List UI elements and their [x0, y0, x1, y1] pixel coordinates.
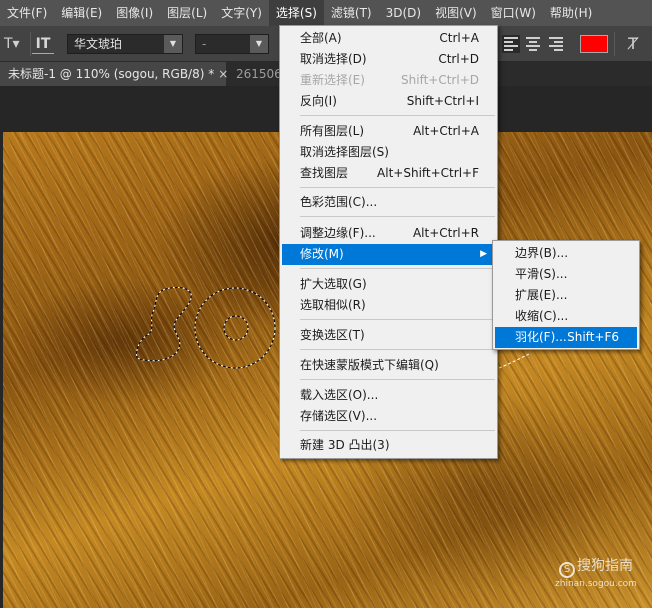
menu-item-label: 查找图层 [300, 166, 349, 180]
watermark-logo: S 搜狗指南 [546, 556, 646, 578]
menu-item-deselect[interactable]: 取消选择(D) Ctrl+D [280, 49, 497, 70]
menu-item-similar[interactable]: 选取相似(R) [280, 295, 497, 316]
menu-image[interactable]: 图像(I) [109, 0, 160, 26]
menu-separator [300, 379, 495, 380]
submenu-arrow-icon: ▶ [480, 249, 487, 259]
menu-item-quick-mask[interactable]: 在快速蒙版模式下编辑(Q) [280, 355, 497, 376]
menu-item-label: 修改(M) [300, 247, 344, 261]
menu-item-label: 在快速蒙版模式下编辑(Q) [300, 358, 439, 372]
select-menu-dropdown: 全部(A) Ctrl+A 取消选择(D) Ctrl+D 重新选择(E) Shift+C… [279, 25, 498, 459]
menu-item-color-range[interactable]: 色彩范围(C)... [280, 192, 497, 213]
warp-text-icon[interactable]: Ⱦ [622, 34, 644, 54]
menu-item-label: 调整边缘(F)... [300, 226, 376, 240]
divider [614, 32, 615, 56]
chevron-down-icon: ▼ [250, 35, 268, 53]
menu-item-label: 扩大选取(G) [300, 277, 367, 291]
submenu-item-border[interactable]: 边界(B)... [493, 243, 639, 264]
menu-item-label: 载入选区(O)... [300, 388, 379, 402]
menu-bar: 文件(F) 编辑(E) 图像(I) 图层(L) 文字(Y) 选择(S) 滤镜(T… [0, 0, 652, 26]
menu-select[interactable]: 选择(S) [268, 0, 324, 26]
sogou-watermark: S 搜狗指南 zhinan.sogou.com [546, 556, 646, 600]
menu-item-reselect: 重新选择(E) Shift+Ctrl+D [280, 70, 497, 91]
tab-label: 261506 [236, 67, 282, 81]
shortcut-label: Alt+Ctrl+R [412, 226, 479, 240]
menu-item-all-layers[interactable]: 所有图层(L) Alt+Ctrl+A [280, 121, 497, 142]
menu-filter[interactable]: 滤镜(T) [324, 0, 379, 26]
menu-item-find-layers[interactable]: 查找图层 Alt+Shift+Ctrl+F [280, 163, 497, 184]
menu-layer[interactable]: 图层(L) [160, 0, 214, 26]
shortcut-label: Shift+F6 [567, 330, 619, 344]
text-tool-icon[interactable]: T▾ [4, 35, 28, 53]
menu-file[interactable]: 文件(F) [0, 0, 54, 26]
submenu-item-feather[interactable]: 羽化(F)... Shift+F6 [495, 327, 637, 348]
menu-item-label: 平滑(S)... [515, 267, 568, 281]
menu-type[interactable]: 文字(Y) [214, 0, 269, 26]
sogou-logo-icon: S [559, 562, 575, 578]
menu-item-inverse[interactable]: 反向(I) Shift+Ctrl+I [280, 91, 497, 112]
shortcut-label: Ctrl+A [439, 31, 479, 45]
menu-item-label: 取消选择(D) [300, 52, 367, 66]
watermark-url: zhinan.sogou.com [555, 579, 637, 589]
menu-item-load-selection[interactable]: 载入选区(O)... [280, 385, 497, 406]
shortcut-label: Alt+Shift+Ctrl+F [377, 166, 479, 180]
font-family-value: 华文琥珀 [74, 37, 123, 51]
font-family-select[interactable]: 华文琥珀 ▼ [67, 34, 183, 54]
watermark-brand: 搜狗指南 [577, 558, 633, 574]
shortcut-label: Alt+Ctrl+A [413, 124, 479, 138]
submenu-item-smooth[interactable]: 平滑(S)... [493, 264, 639, 285]
font-style-value: - [202, 37, 207, 51]
shortcut-label: Shift+Ctrl+I [406, 94, 479, 108]
shortcut-label: Ctrl+D [438, 52, 479, 66]
menu-item-label: 新建 3D 凸出(3) [300, 438, 390, 452]
menu-item-grow[interactable]: 扩大选取(G) [280, 274, 497, 295]
menu-item-label: 取消选择图层(S) [300, 145, 389, 159]
menu-separator [300, 115, 495, 116]
tab-untitled-1[interactable]: 未标题-1 @ 110% (sogou, RGB/8) * × [0, 62, 228, 86]
menu-item-label: 存储选区(V)... [300, 409, 378, 423]
submenu-item-expand[interactable]: 扩展(E)... [493, 285, 639, 306]
align-right-button[interactable] [547, 35, 565, 53]
menu-3d[interactable]: 3D(D) [379, 0, 428, 26]
menu-item-save-selection[interactable]: 存储选区(V)... [280, 406, 497, 427]
menu-view[interactable]: 视图(V) [428, 0, 484, 26]
menu-item-label: 收缩(C)... [515, 309, 569, 323]
font-style-select[interactable]: - ▼ [195, 34, 269, 54]
menu-separator [300, 319, 495, 320]
menu-window[interactable]: 窗口(W) [484, 0, 543, 26]
tab-label: 未标题-1 @ 110% (sogou, RGB/8) * [8, 67, 215, 81]
menu-item-label: 所有图层(L) [300, 124, 365, 138]
menu-item-label: 羽化(F)... [515, 330, 567, 344]
text-color-swatch[interactable] [580, 35, 608, 53]
align-center-button[interactable] [524, 35, 542, 53]
menu-separator [300, 187, 495, 188]
menu-help[interactable]: 帮助(H) [543, 0, 599, 26]
modify-submenu: 边界(B)... 平滑(S)... 扩展(E)... 收缩(C)... 羽化(F… [492, 240, 640, 350]
menu-item-label: 反向(I) [300, 94, 337, 108]
menu-item-all[interactable]: 全部(A) Ctrl+A [280, 28, 497, 49]
menu-separator [300, 216, 495, 217]
menu-item-label: 选取相似(R) [300, 298, 366, 312]
shortcut-label: Shift+Ctrl+D [401, 73, 479, 87]
menu-separator [300, 349, 495, 350]
align-left-button[interactable] [502, 35, 520, 53]
divider [30, 32, 31, 56]
submenu-item-contract[interactable]: 收缩(C)... [493, 306, 639, 327]
menu-item-label: 全部(A) [300, 31, 342, 45]
menu-item-refine-edge[interactable]: 调整边缘(F)... Alt+Ctrl+R [280, 223, 497, 244]
menu-item-transform-selection[interactable]: 变换选区(T) [280, 325, 497, 346]
menu-item-label: 变换选区(T) [300, 328, 365, 342]
menu-edit[interactable]: 编辑(E) [54, 0, 109, 26]
menu-item-label: 扩展(E)... [515, 288, 568, 302]
menu-separator [300, 268, 495, 269]
chevron-down-icon: ▼ [164, 35, 182, 53]
menu-item-label: 色彩范围(C)... [300, 195, 378, 209]
text-orientation-icon[interactable]: IT [32, 34, 54, 54]
close-icon[interactable]: × [218, 67, 228, 81]
menu-item-modify[interactable]: 修改(M) ▶ [282, 244, 495, 265]
menu-item-label: 边界(B)... [515, 246, 569, 260]
menu-item-label: 重新选择(E) [300, 73, 365, 87]
menu-item-deselect-layers[interactable]: 取消选择图层(S) [280, 142, 497, 163]
menu-separator [300, 430, 495, 431]
menu-item-new-3d-extrusion[interactable]: 新建 3D 凸出(3) [280, 435, 497, 456]
